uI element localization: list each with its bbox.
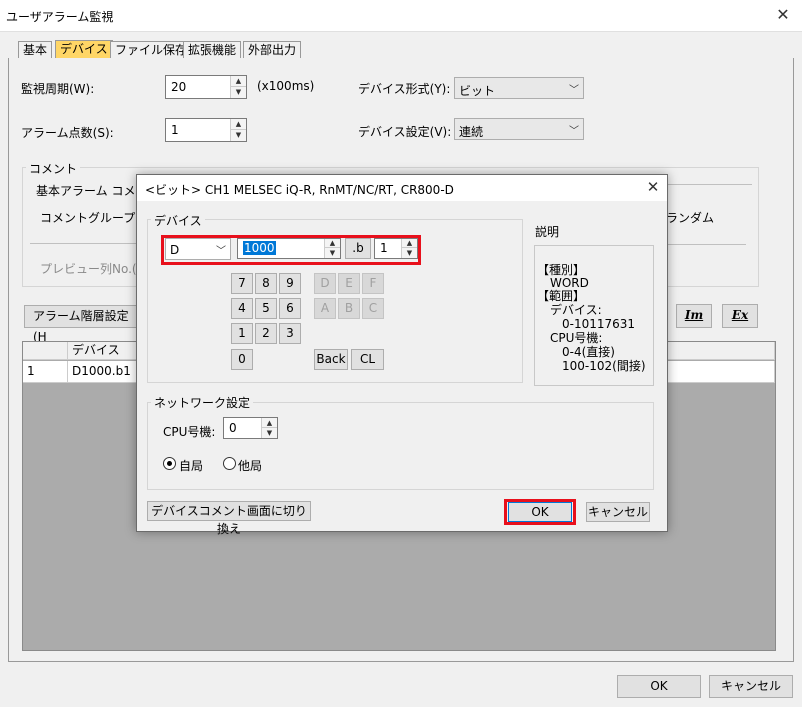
key-b[interactable]: B <box>338 298 360 319</box>
clear-button[interactable]: CL <box>351 349 384 370</box>
spin-down-icon[interactable]: ▼ <box>231 87 246 98</box>
key-9[interactable]: 9 <box>279 273 301 294</box>
random-label[interactable]: ランダム <box>666 209 714 226</box>
spin-up-icon[interactable]: ▲ <box>231 119 246 130</box>
spin-down-icon[interactable]: ▼ <box>231 130 246 141</box>
comment-group-title: コメント <box>26 160 81 177</box>
window-close-icon[interactable]: ✕ <box>772 4 794 26</box>
cpu-direct-range: 0-4(直接) <box>562 345 615 359</box>
cpu-no-value: 0 <box>229 421 237 435</box>
switch-to-comment-button[interactable]: デバイスコメント画面に切り換え <box>147 501 311 536</box>
key-4[interactable]: 4 <box>231 298 253 319</box>
import-button[interactable]: Im <box>676 304 712 328</box>
network-group <box>147 402 654 490</box>
spin-up-icon[interactable]: ▲ <box>402 239 417 248</box>
spin-up-icon[interactable]: ▲ <box>262 418 277 428</box>
alarm-count-label: アラーム点数(S): <box>21 126 114 140</box>
key-8[interactable]: 8 <box>255 273 277 294</box>
alarm-count-spinner[interactable]: 1 ▲ ▼ <box>165 118 247 142</box>
bit-number-spinner[interactable]: 1 ▲ ▼ <box>374 238 418 259</box>
range-header: 【範囲】 <box>537 289 586 303</box>
device-number-value: 1000 <box>243 241 276 255</box>
key-c[interactable]: C <box>362 298 384 319</box>
radio-other-label[interactable]: 他局 <box>238 457 262 474</box>
tab-basic[interactable]: 基本 <box>18 41 53 59</box>
key-3[interactable]: 3 <box>279 323 301 344</box>
window-titlebar: ユーザアラーム監視 ✕ <box>0 0 802 32</box>
radio-own-label[interactable]: 自局 <box>179 457 203 474</box>
key-6[interactable]: 6 <box>279 298 301 319</box>
device-range-label: デバイス: <box>550 303 602 317</box>
dialog-titlebar: <ビット> CH1 MELSEC iQ-R, RnMT/NC/RT, CR800… <box>137 175 667 201</box>
alarm-count-value: 1 <box>171 123 179 137</box>
type-header: 【種別】 <box>537 263 586 277</box>
device-type-value: D <box>170 243 180 257</box>
device-format-value: ビット <box>459 84 496 98</box>
key-0[interactable]: 0 <box>231 349 253 370</box>
key-5[interactable]: 5 <box>255 298 277 319</box>
bit-separator-button[interactable]: .b <box>345 238 371 259</box>
tab-device[interactable]: デバイス <box>55 40 113 59</box>
divider <box>668 184 752 185</box>
device-setting-value: 連続 <box>459 125 484 139</box>
device-input-dialog: <ビット> CH1 MELSEC iQ-R, RnMT/NC/RT, CR800… <box>136 174 668 536</box>
period-spinner[interactable]: 20 ▲ ▼ <box>165 75 247 99</box>
chevron-down-icon: ﹀ <box>216 246 226 257</box>
alarm-hierarchy-button[interactable]: アラーム階層設定(H <box>24 305 142 344</box>
cancel-button[interactable]: キャンセル <box>709 675 793 698</box>
bit-number-value: 1 <box>380 241 388 255</box>
cpu-no-label: CPU号機: <box>163 425 216 439</box>
spin-down-icon[interactable]: ▼ <box>262 428 277 438</box>
spin-up-icon[interactable]: ▲ <box>231 76 246 87</box>
divider <box>668 244 746 245</box>
key-2[interactable]: 2 <box>255 323 277 344</box>
dialog-close-icon[interactable]: ✕ <box>643 177 663 197</box>
key-a[interactable]: A <box>314 298 336 319</box>
spin-down-icon[interactable]: ▼ <box>325 248 340 258</box>
cpu-no-spinner[interactable]: 0 ▲ ▼ <box>223 417 278 439</box>
grid-cell-no[interactable]: 1 <box>23 361 68 383</box>
device-setting-label: デバイス設定(V): <box>358 125 452 139</box>
key-f[interactable]: F <box>362 273 384 294</box>
device-type-select[interactable]: D ﹀ <box>165 238 231 260</box>
device-range-value: 0-10117631 <box>562 317 636 331</box>
device-group-title: デバイス <box>151 212 205 229</box>
grid-header-no <box>23 342 68 360</box>
key-e[interactable]: E <box>338 273 360 294</box>
spin-up-icon[interactable]: ▲ <box>325 239 340 248</box>
window-title: ユーザアラーム監視 <box>6 10 114 24</box>
device-setting-select[interactable]: 連続 ﹀ <box>454 118 584 140</box>
chevron-down-icon: ﹀ <box>569 126 579 137</box>
radio-selected-dot <box>167 461 172 466</box>
spin-down-icon[interactable]: ▼ <box>402 248 417 258</box>
key-d[interactable]: D <box>314 273 336 294</box>
dialog-title: <ビット> CH1 MELSEC iQ-R, RnMT/NC/RT, CR800… <box>145 183 454 197</box>
device-number-spinner[interactable]: 1000 ▲ ▼ <box>237 238 341 259</box>
tab-file-save[interactable]: ファイル保存 <box>110 41 193 59</box>
explanation-label: 説明 <box>535 225 560 239</box>
back-button[interactable]: Back <box>314 349 348 370</box>
type-value: WORD <box>550 276 589 290</box>
period-unit: (x100ms) <box>257 79 315 93</box>
period-value: 20 <box>171 80 187 94</box>
period-label: 監視周期(W): <box>21 82 95 96</box>
dialog-ok-button[interactable]: OK <box>508 502 572 522</box>
key-7[interactable]: 7 <box>231 273 253 294</box>
tab-extension[interactable]: 拡張機能 <box>183 41 242 59</box>
tab-external-output[interactable]: 外部出力 <box>243 41 302 59</box>
device-format-label: デバイス形式(Y): <box>358 82 451 96</box>
radio-other-station[interactable] <box>223 457 236 470</box>
cpu-indirect-range: 100-102(間接) <box>562 359 646 373</box>
key-1[interactable]: 1 <box>231 323 253 344</box>
cpu-range-label: CPU号機: <box>550 331 603 345</box>
divider <box>30 243 136 244</box>
export-button[interactable]: Ex <box>722 304 758 328</box>
ok-button[interactable]: OK <box>617 675 701 698</box>
dialog-cancel-button[interactable]: キャンセル <box>586 502 650 522</box>
network-group-title: ネットワーク設定 <box>151 394 254 411</box>
device-format-select[interactable]: ビット ﹀ <box>454 77 584 99</box>
radio-own-station[interactable] <box>163 457 176 470</box>
chevron-down-icon: ﹀ <box>569 85 579 96</box>
